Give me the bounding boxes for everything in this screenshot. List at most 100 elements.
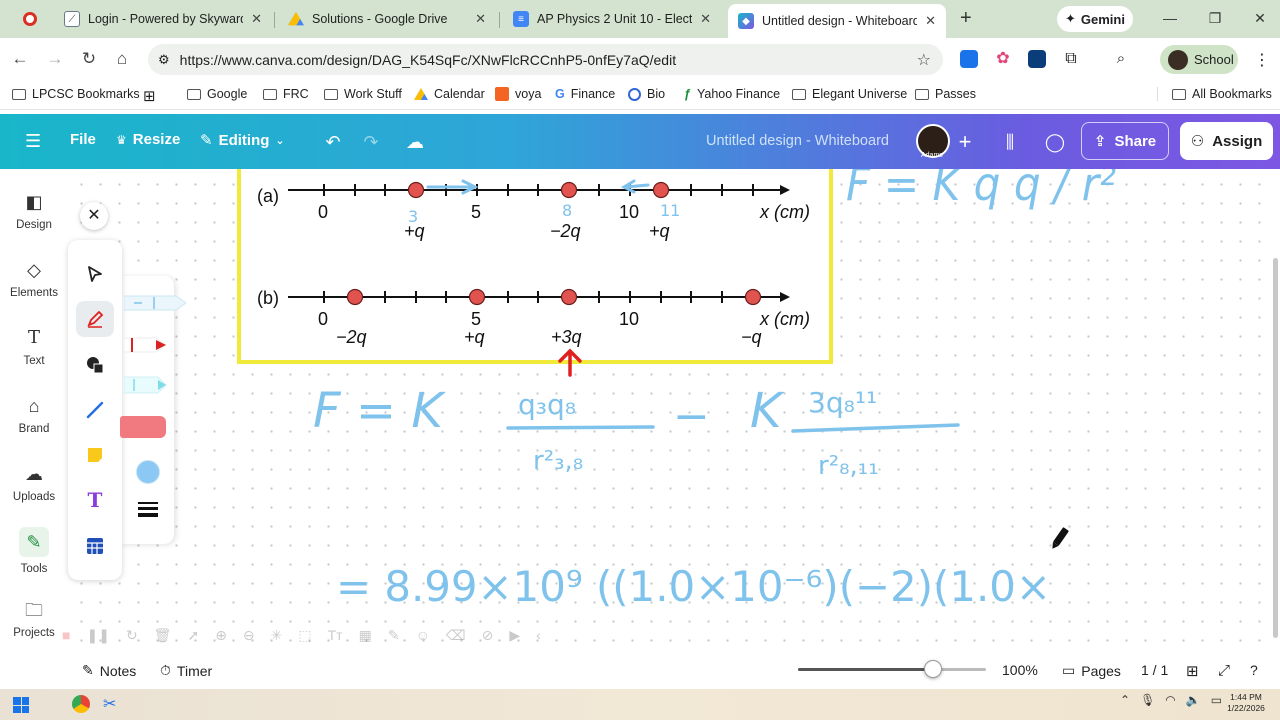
close-draw-tools-button[interactable]: ✕ [80,202,108,230]
bookmark-star-icon[interactable]: ☆ [917,50,931,70]
collapse-icon[interactable]: ‹ [536,627,541,643]
close-tab-icon[interactable]: ✕ [925,13,936,29]
sidebar-item-elements[interactable]: ◇ Elements [0,259,68,299]
select-pointer-icon[interactable] [76,256,114,292]
windows-start-icon[interactable] [13,697,29,713]
browser-menu-icon[interactable]: ⋮ [1254,50,1270,70]
restart-icon[interactable]: ↻ [126,627,138,644]
battery-icon[interactable]: ▭ [1211,693,1222,707]
tab-google-drive[interactable]: Solutions - Google Drive ✕ [278,4,496,34]
window-close-icon[interactable]: ✕ [1250,10,1270,27]
zoom-in-icon[interactable]: ⊕ [215,627,227,644]
extension-icon[interactable] [960,50,978,68]
tab-skyward[interactable]: ⟋ Login - Powered by Skyward ✕ [54,4,272,34]
apps-grid-icon[interactable]: ⊞ [143,87,156,105]
reload-icon[interactable]: ↻ [79,49,99,69]
microphone-icon[interactable]: 🎙 [1140,693,1155,707]
extensions-puzzle-icon[interactable]: ⧉ [1062,50,1080,68]
sidebar-item-design[interactable]: ◧ Design [0,191,68,231]
editing-mode-dropdown[interactable]: ✎ Editing ⌄ [200,131,285,150]
fullscreen-icon[interactable]: ⤢ [1218,662,1230,679]
notes-button[interactable]: ✎ Notes [82,662,136,679]
sidebar-item-brand[interactable]: ⌂ Brand [0,395,68,435]
whiteboard-canvas[interactable]: (a) 0 5 10 x (cm) +q −2q +q (b) 0 5 10 x… [68,169,1273,651]
comment-icon[interactable]: ◯ [1040,128,1070,156]
zoom-out-icon[interactable]: ⊖ [243,627,255,644]
help-icon[interactable]: ? [1250,662,1258,678]
text-icon[interactable]: Tт [328,627,343,643]
resize-button[interactable]: ♛ Resize [116,131,180,148]
design-title[interactable]: Untitled design - Whiteboard [706,133,889,149]
color-swatch-light-blue[interactable] [136,460,160,484]
clear-icon[interactable]: ⊘ [482,627,494,644]
stroke-weight-icon[interactable] [138,502,158,520]
tab-search-icon[interactable]: ⌕ [1112,50,1130,68]
pause-icon[interactable]: ❚❚ [86,627,109,644]
sidebar-item-tools[interactable]: ✎ Tools [0,527,68,575]
profile-button[interactable]: School [1160,45,1238,74]
forward-icon[interactable]: → [45,49,65,69]
all-bookmarks-folder[interactable]: All Bookmarks [1157,87,1272,101]
crop-icon[interactable]: ⬚ [298,627,311,644]
insights-chart-icon[interactable]: ⫼ [995,128,1025,156]
pen-tool-icon[interactable] [76,301,114,337]
assign-button[interactable]: ⚇ Assign [1180,122,1273,160]
wifi-icon[interactable]: ◠ [1165,693,1175,707]
bookmark-link[interactable]: voya [495,87,541,101]
cursor-icon[interactable]: ➚ [187,627,199,644]
highlighter-marker[interactable] [123,375,168,395]
minimize-icon[interactable]: — [1160,10,1180,26]
grid-view-icon[interactable]: ⊞ [1186,662,1199,680]
extension-icon[interactable] [1028,50,1046,68]
extension-icon[interactable]: ✿ [994,50,1012,68]
bookmark-link[interactable]: Calendar [414,87,485,101]
taskbar-clock[interactable]: 1:44 PM 1/22/2026 [1226,692,1266,714]
eraser-tool[interactable] [120,416,166,438]
bookmark-folder[interactable]: Google [187,87,247,101]
share-button[interactable]: ⇪ Share [1081,122,1169,160]
bookmark-link[interactable]: G Finance [555,87,615,101]
text-tool-icon[interactable]: T [76,482,114,518]
canvas-scrollbar[interactable] [1273,258,1278,638]
cloud-saved-icon[interactable]: ☁ [400,128,430,156]
spotlight-icon[interactable]: ✳ [271,627,283,644]
pages-button[interactable]: ▭ Pages [1062,662,1121,679]
chrome-icon[interactable] [72,695,90,713]
restore-icon[interactable]: ❐ [1205,10,1225,27]
back-icon[interactable]: ← [10,49,30,69]
delete-icon[interactable]: 🗑 [154,627,172,644]
eraser-icon[interactable]: ⌫ [446,627,466,644]
tab-canva[interactable]: ◆ Untitled design - Whiteboard ✕ [728,4,946,38]
line-tool-icon[interactable] [76,392,114,428]
avatar[interactable]: Adams [916,124,950,159]
add-collaborator-icon[interactable]: + [950,128,980,156]
bookmark-link[interactable]: Bio [628,87,665,101]
undo-icon[interactable]: ↶ [318,128,348,156]
bookmark-link[interactable]: ƒ Yahoo Finance [684,87,780,101]
zoom-percent[interactable]: 100% [1002,662,1038,678]
stop-record-icon[interactable]: ■ [62,627,70,643]
hamburger-menu-icon[interactable]: ☰ [25,131,41,152]
pen-thin-marker[interactable] [123,292,187,314]
address-bar[interactable]: ⚙ https://www.canva.com/design/DAG_K54Sq… [148,44,943,75]
close-tab-icon[interactable]: ✕ [475,11,486,27]
table-tool-icon[interactable] [76,528,114,564]
pen-icon[interactable]: ✎ [388,627,400,644]
blur-icon[interactable]: ▦ [359,627,372,644]
bookmark-folder[interactable]: Elegant Universe [792,87,907,101]
chevron-up-icon[interactable]: ⌃ [1120,693,1130,707]
camera-icon[interactable]: ▶ [509,627,520,644]
file-menu[interactable]: File [70,131,96,148]
timer-button[interactable]: ⏱ Timer [160,662,212,679]
record-icon[interactable] [23,12,37,26]
snipping-tool-icon[interactable]: ✂ [103,694,116,714]
close-tab-icon[interactable]: ✕ [251,11,262,27]
gemini-button[interactable]: ✦ Gemini [1057,6,1133,32]
sidebar-item-text[interactable]: T Text [0,327,68,367]
new-tab-icon[interactable]: + [960,8,980,28]
bookmark-folder[interactable]: Work Stuff [324,87,402,101]
shapes-icon[interactable] [76,347,114,383]
home-icon[interactable]: ⌂ [112,49,132,69]
redo-icon[interactable]: ↷ [356,128,386,156]
bookmark-folder[interactable]: LPCSC Bookmarks [12,87,140,101]
